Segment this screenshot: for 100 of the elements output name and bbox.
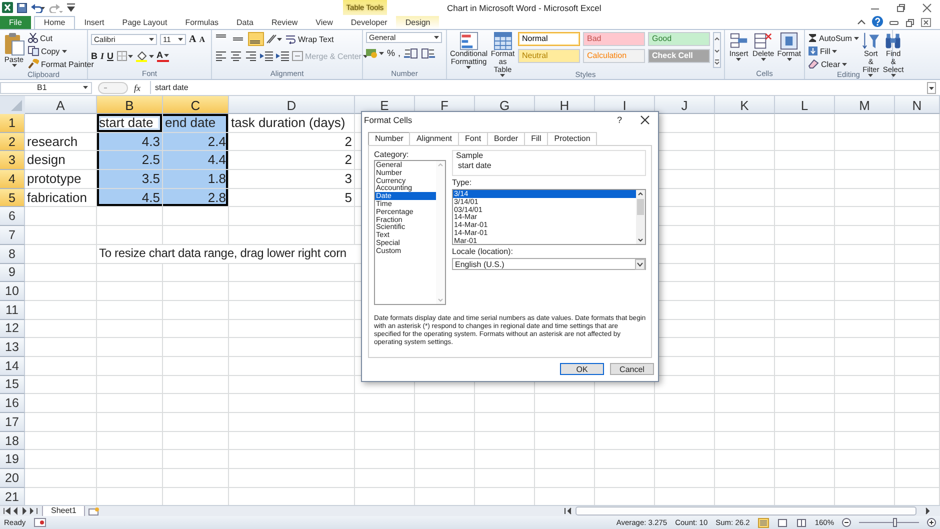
close-icon[interactable]: [921, 18, 931, 27]
vertical-align-icon[interactable]: [249, 33, 263, 45]
italic-button[interactable]: I: [100, 51, 104, 61]
collapse-ribbon-icon[interactable]: [857, 18, 866, 27]
ribbon-tab[interactable]: Page Layout: [113, 16, 176, 29]
column-header[interactable]: A: [25, 96, 97, 114]
customize-icon[interactable]: [67, 2, 75, 12]
align-left-icon[interactable]: [215, 51, 227, 61]
fill-button[interactable]: Fill: [808, 45, 859, 57]
underline-button[interactable]: U: [107, 51, 114, 61]
column-header[interactable]: K: [715, 96, 775, 114]
column-header[interactable]: C: [163, 96, 229, 114]
row-header[interactable]: 12: [0, 320, 25, 338]
row-header[interactable]: 2: [0, 132, 25, 152]
help-button[interactable]: ?: [616, 115, 622, 125]
page-break-view-icon[interactable]: [796, 518, 807, 528]
scrollbar[interactable]: [436, 161, 445, 304]
ribbon-tab[interactable]: Data: [228, 16, 262, 29]
ribbon-tab[interactable]: File: [0, 16, 31, 29]
insert-function-button[interactable]: fx: [134, 82, 144, 92]
row-header[interactable]: 20: [0, 469, 25, 488]
decrease-indent-icon[interactable]: [260, 51, 273, 61]
name-box[interactable]: B1: [0, 82, 92, 94]
row-header[interactable]: 7: [0, 226, 25, 245]
column-header[interactable]: M: [835, 96, 895, 114]
increase-decimal-icon[interactable]: [404, 48, 418, 58]
scrollbar[interactable]: [636, 190, 645, 244]
align-center-icon[interactable]: [230, 51, 242, 61]
help-icon[interactable]: [872, 16, 883, 27]
bold-button[interactable]: B: [91, 51, 98, 61]
align-right-icon[interactable]: [245, 51, 257, 61]
row-header[interactable]: 1: [0, 114, 25, 133]
row-header[interactable]: 18: [0, 432, 25, 450]
restore-icon[interactable]: [896, 2, 906, 12]
ribbon-tab[interactable]: Developer: [342, 16, 396, 29]
insert-sheet-icon[interactable]: [88, 506, 100, 516]
row-header[interactable]: 4: [0, 170, 25, 189]
cut-button[interactable]: Cut: [28, 32, 94, 44]
column-header[interactable]: B: [97, 96, 163, 114]
ribbon-tab[interactable]: Design: [396, 16, 440, 29]
row-header[interactable]: 6: [0, 207, 25, 226]
sheet-tab[interactable]: Sheet1: [42, 506, 86, 516]
dialog-tab[interactable]: Alignment: [409, 132, 460, 145]
wrap-text-button[interactable]: Wrap Text: [285, 33, 334, 45]
zoom-out-icon[interactable]: [842, 518, 851, 527]
normal-view-icon[interactable]: [758, 518, 769, 528]
ribbon-tab[interactable]: Review: [262, 16, 307, 29]
border-icon[interactable]: [116, 51, 133, 61]
cell-style-swatch[interactable]: Normal: [518, 32, 580, 46]
row-header[interactable]: 9: [0, 264, 25, 282]
locale-dropdown[interactable]: English (U.S.): [452, 258, 646, 270]
decrease-decimal-icon[interactable]: [420, 48, 435, 58]
cell-style-swatch[interactable]: Good: [648, 32, 710, 46]
column-header[interactable]: L: [775, 96, 835, 114]
dialog-tab[interactable]: Number: [368, 132, 410, 145]
row-header[interactable]: 21: [0, 488, 25, 505]
ribbon-tab[interactable]: Formulas: [176, 16, 228, 29]
orientation-icon[interactable]: [266, 34, 282, 44]
close-icon[interactable]: [640, 115, 650, 125]
row-header[interactable]: 14: [0, 356, 25, 376]
ribbon-tab[interactable]: Insert: [75, 16, 114, 29]
row-header[interactable]: 13: [0, 338, 25, 357]
row-header[interactable]: 5: [0, 188, 25, 208]
sheet-navigation-icon[interactable]: [3, 507, 39, 515]
column-header[interactable]: J: [655, 96, 715, 114]
format-painter-button[interactable]: Format Painter: [28, 58, 94, 70]
row-header[interactable]: 8: [0, 244, 25, 264]
expand-formula-icon[interactable]: [927, 82, 936, 94]
row-header[interactable]: 3: [0, 151, 25, 170]
row-header[interactable]: 11: [0, 300, 25, 320]
restore-icon[interactable]: [905, 18, 915, 27]
percent-button[interactable]: %: [387, 48, 396, 58]
font-color-button[interactable]: A: [156, 50, 170, 62]
macro-record-icon[interactable]: [34, 518, 46, 527]
cancel-button[interactable]: Cancel: [610, 363, 654, 375]
undo-icon[interactable]: [31, 2, 45, 12]
grow-font-button[interactable]: A: [189, 34, 196, 44]
column-header[interactable]: D: [229, 96, 355, 114]
row-header[interactable]: 17: [0, 413, 25, 432]
ribbon-tab[interactable]: View: [306, 16, 342, 29]
gallery-scroll-icon[interactable]: [713, 32, 721, 68]
page-layout-view-icon[interactable]: [776, 518, 788, 528]
increase-indent-icon[interactable]: [276, 51, 289, 61]
autosum-button[interactable]: AutoSum: [808, 32, 859, 44]
save-icon[interactable]: [17, 2, 27, 12]
formula-field[interactable]: start date: [150, 81, 921, 94]
row-header[interactable]: 15: [0, 376, 25, 394]
clear-button[interactable]: Clear: [808, 58, 859, 70]
column-header[interactable]: N: [895, 96, 940, 114]
comma-button[interactable]: ,: [398, 48, 401, 58]
ok-button[interactable]: OK: [560, 363, 604, 375]
dialog-tab[interactable]: Protection: [547, 132, 598, 145]
close-icon[interactable]: [922, 2, 932, 12]
zoom-slider-thumb[interactable]: [893, 518, 897, 527]
zoom-in-icon[interactable]: [927, 518, 936, 527]
fill-color-icon[interactable]: [136, 50, 154, 62]
row-header[interactable]: 16: [0, 394, 25, 413]
row-header[interactable]: 10: [0, 282, 25, 301]
ribbon-tab[interactable]: Home: [34, 16, 76, 29]
currency-icon[interactable]: [366, 48, 384, 58]
